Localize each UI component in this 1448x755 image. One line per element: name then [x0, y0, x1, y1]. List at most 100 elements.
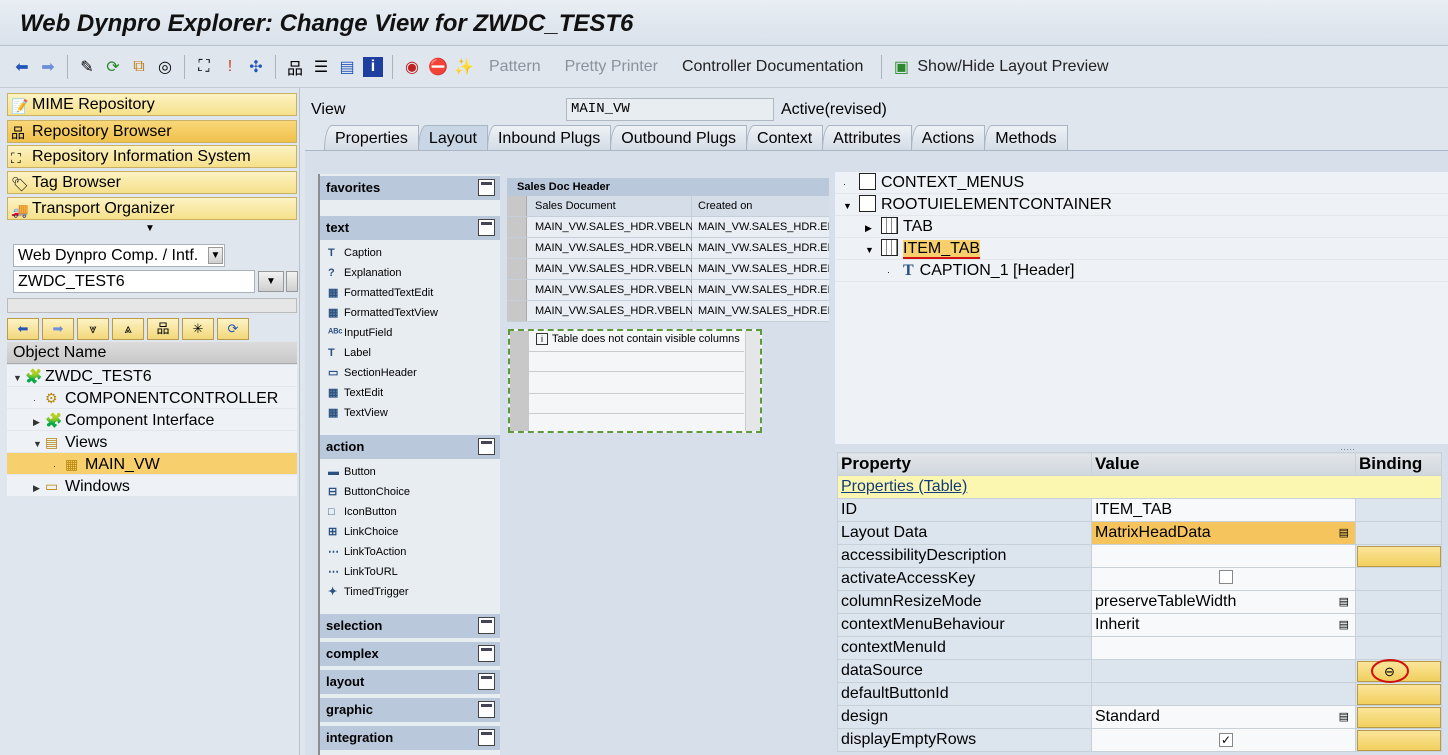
- toggle-icon[interactable]: [478, 438, 495, 455]
- row-selector[interactable]: [507, 217, 527, 237]
- property-value[interactable]: [1091, 636, 1356, 660]
- palette-item[interactable]: □ IconButton: [328, 502, 397, 522]
- tree-node[interactable]: ▼ ▤ Views: [7, 431, 297, 453]
- toggle-icon[interactable]: [478, 729, 495, 746]
- tree-node[interactable]: · ⚙ COMPONENTCONTROLLER: [7, 387, 297, 409]
- leaf-dot-icon[interactable]: ·: [53, 455, 65, 477]
- property-row[interactable]: accessibilityDescription: [837, 544, 1442, 568]
- palette-item[interactable]: ✦ TimedTrigger: [328, 582, 409, 602]
- tree-icon[interactable]: 品: [285, 57, 305, 78]
- where-used-icon[interactable]: ◎: [155, 57, 175, 77]
- tab-properties[interactable]: Properties: [324, 125, 419, 150]
- palette-group-action[interactable]: action: [320, 435, 500, 459]
- toggle-icon[interactable]: [478, 617, 495, 634]
- toggle-icon[interactable]: [478, 673, 495, 690]
- expanded-arrow-icon[interactable]: ▼: [13, 367, 25, 389]
- pattern-button[interactable]: Pattern: [489, 58, 541, 76]
- property-value[interactable]: Standard ▤: [1091, 705, 1356, 729]
- property-value[interactable]: [1091, 544, 1356, 568]
- edit-icon[interactable]: ✎: [77, 57, 97, 77]
- hierarchy-icon[interactable]: ⛶: [194, 57, 214, 77]
- palette-group-graphic[interactable]: graphic: [320, 698, 500, 722]
- tab-methods[interactable]: Methods: [984, 125, 1068, 150]
- checkbox-checked[interactable]: ✓: [1219, 733, 1233, 747]
- binding-button[interactable]: [1357, 545, 1441, 567]
- property-row[interactable]: ID ITEM_TAB: [837, 498, 1442, 522]
- property-value[interactable]: MatrixHeadData ▤: [1091, 521, 1356, 545]
- property-row[interactable]: activateAccessKey: [837, 567, 1442, 591]
- palette-item[interactable]: ▦ TextEdit: [328, 383, 383, 403]
- collapse-all-icon[interactable]: ⩓: [112, 318, 144, 340]
- palette-item[interactable]: ▭ SectionHeader: [328, 363, 417, 383]
- info-icon[interactable]: i: [363, 56, 383, 77]
- palette-group-complex[interactable]: complex: [320, 642, 500, 666]
- preview-table[interactable]: Sales Doc Header Sales Document Created …: [507, 178, 829, 322]
- repository-info-system-button[interactable]: ⛶ Repository Information System: [7, 145, 297, 168]
- other-object-icon[interactable]: ⟳: [103, 57, 123, 77]
- breakpoint-icon[interactable]: ◉: [402, 57, 422, 77]
- properties-table-link[interactable]: Properties (Table): [841, 478, 967, 495]
- ui-element-node[interactable]: ▼ ITEM_TAB: [835, 238, 1448, 260]
- next-object-icon[interactable]: ➡: [42, 318, 74, 340]
- controller-documentation-button[interactable]: Controller Documentation: [682, 58, 863, 76]
- palette-group-layout[interactable]: layout: [320, 670, 500, 694]
- pretty-printer-button[interactable]: Pretty Printer: [565, 58, 658, 76]
- vertical-scrollbar[interactable]: [745, 331, 760, 431]
- tab-actions[interactable]: Actions: [910, 125, 986, 150]
- expanded-arrow-icon[interactable]: ▼: [33, 433, 45, 455]
- column-header[interactable]: Created on: [692, 196, 829, 216]
- forward-icon[interactable]: ➡: [38, 57, 58, 77]
- row-selector[interactable]: [507, 280, 527, 300]
- palette-item[interactable]: ⋯ LinkToAction: [328, 542, 406, 562]
- palette-group-selection[interactable]: selection: [320, 614, 500, 638]
- palette-item[interactable]: ⊞ LinkChoice: [328, 522, 398, 542]
- repository-browser-button[interactable]: 品 Repository Browser: [7, 120, 297, 143]
- palette-group-text[interactable]: text: [320, 216, 500, 240]
- palette-item[interactable]: ▦ TextView: [328, 403, 388, 423]
- palette-group-favorites[interactable]: favorites: [320, 176, 500, 200]
- collapsed-arrow-icon[interactable]: ▶: [865, 217, 881, 239]
- value-help-icon[interactable]: ▤: [1339, 526, 1349, 539]
- property-row[interactable]: Layout Data MatrixHeadData ▤: [837, 521, 1442, 545]
- property-row[interactable]: columnResizeMode preserveTableWidth ▤: [837, 590, 1442, 614]
- property-value[interactable]: preserveTableWidth ▤: [1091, 590, 1356, 614]
- item-table-preview[interactable]: i Table does not contain visible columns: [508, 329, 762, 433]
- collapse-icon[interactable]: ▼: [145, 223, 155, 234]
- table-row[interactable]: MAIN_VW.SALES_HDR.VBELN MAIN_VW.SALES_HDR…: [507, 259, 829, 280]
- object-type-select[interactable]: Web Dynpro Comp. / Intf. ▼: [13, 244, 225, 267]
- ui-element-node[interactable]: ▶ TAB: [835, 216, 1448, 238]
- palette-item[interactable]: ⋯ LinkToURL: [328, 562, 398, 582]
- leaf-dot-icon[interactable]: ·: [843, 173, 859, 195]
- activate-icon[interactable]: ⧉: [129, 57, 149, 77]
- property-value[interactable]: ITEM_TAB: [1091, 498, 1356, 522]
- property-row[interactable]: contextMenuBehaviour Inherit ▤: [837, 613, 1442, 637]
- favorites-icon[interactable]: ✳: [182, 318, 214, 340]
- collapsed-arrow-icon[interactable]: ▶: [33, 411, 45, 433]
- stack-icon[interactable]: ☰: [311, 57, 331, 77]
- expanded-arrow-icon[interactable]: ▼: [843, 195, 859, 217]
- refresh-icon[interactable]: ⟳: [217, 318, 249, 340]
- palette-item[interactable]: T Label: [328, 343, 371, 363]
- toggle-icon[interactable]: [478, 179, 495, 196]
- mime-repository-button[interactable]: 📝 MIME Repository: [7, 93, 297, 116]
- previous-object-icon[interactable]: ⬅: [7, 318, 39, 340]
- palette-item[interactable]: ▦ FormattedTextEdit: [328, 283, 433, 303]
- toggle-icon[interactable]: [478, 219, 495, 236]
- toggle-icon[interactable]: [478, 645, 495, 662]
- collapsed-arrow-icon[interactable]: ▶: [33, 477, 45, 499]
- property-value[interactable]: [1091, 682, 1356, 706]
- checkbox[interactable]: [1219, 569, 1233, 584]
- ui-element-node[interactable]: · T CAPTION_1 [Header]: [835, 260, 1448, 282]
- property-row[interactable]: contextMenuId: [837, 636, 1442, 660]
- chevron-down-icon[interactable]: ▼: [208, 247, 223, 264]
- stop-icon[interactable]: ⛔: [428, 57, 448, 77]
- horizontal-scrollbar[interactable]: [7, 298, 297, 313]
- hierarchy-up-icon[interactable]: 品: [147, 318, 179, 340]
- property-row[interactable]: design Standard ▤: [837, 705, 1442, 729]
- palette-item[interactable]: ? Explanation: [328, 263, 402, 283]
- table-row[interactable]: MAIN_VW.SALES_HDR.VBELN MAIN_VW.SALES_HDR…: [507, 217, 829, 238]
- dropdown-button[interactable]: ▼: [258, 271, 284, 292]
- value-help-icon[interactable]: ▤: [1339, 710, 1349, 723]
- tree-node[interactable]: ▼ 🧩 ZWDC_TEST6: [7, 365, 297, 387]
- expanded-arrow-icon[interactable]: ▼: [865, 239, 881, 261]
